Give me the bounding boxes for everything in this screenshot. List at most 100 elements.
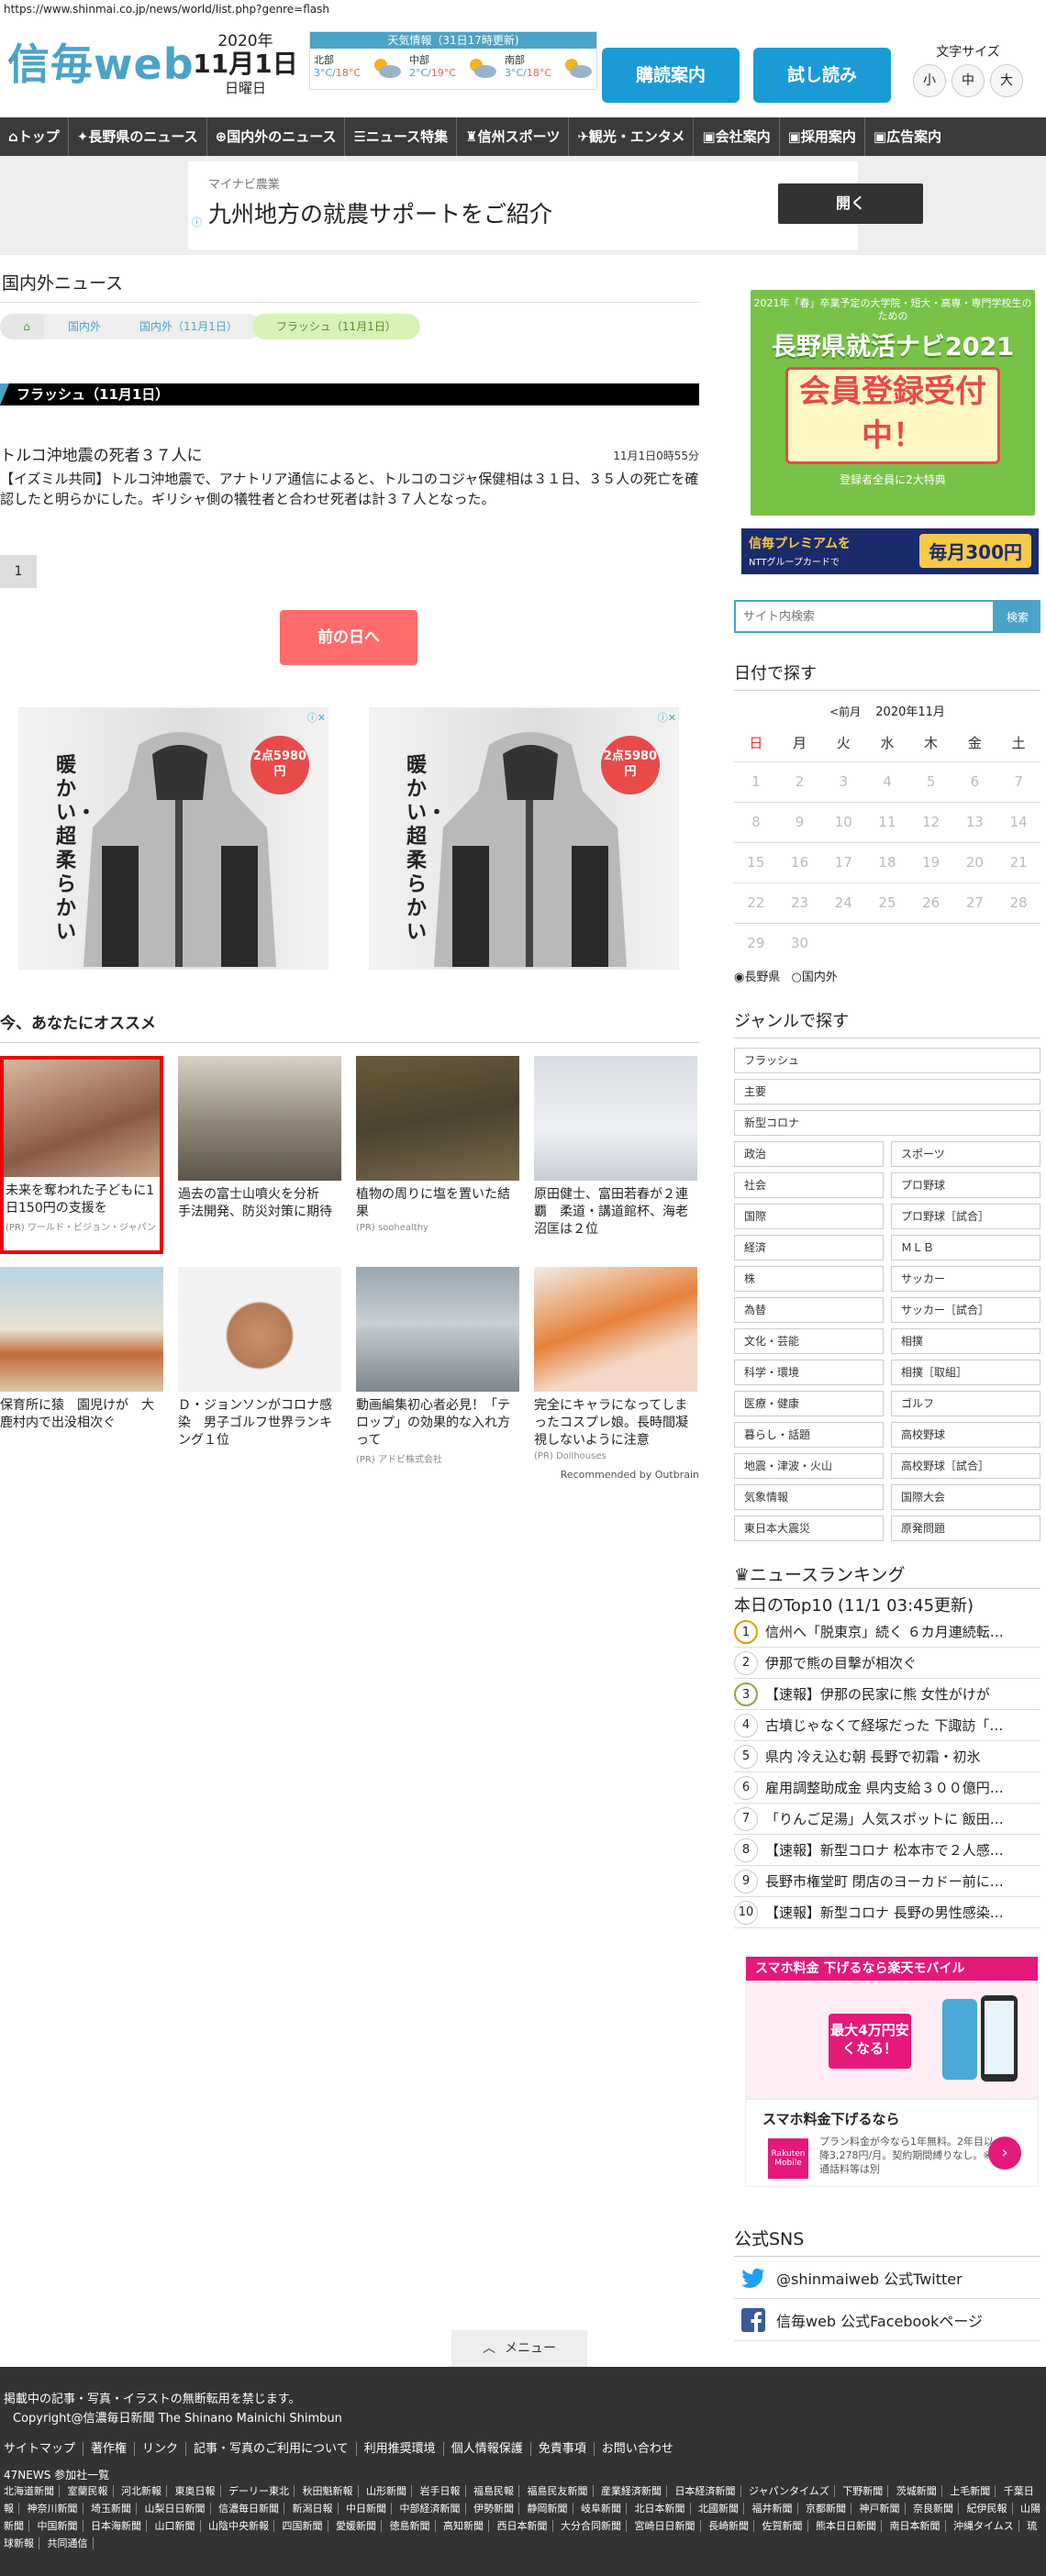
partner-link[interactable]: 室蘭民報 bbox=[62, 2485, 114, 2497]
partner-link[interactable]: 福島民報 bbox=[469, 2485, 519, 2497]
partner-link[interactable]: 西日本新聞 bbox=[492, 2520, 553, 2532]
cal-day[interactable]: 26 bbox=[908, 882, 953, 923]
partner-link[interactable]: 北日本新聞 bbox=[629, 2503, 691, 2515]
radio-nagano[interactable]: ◉ bbox=[734, 971, 744, 984]
prev-day-button[interactable]: 前の日へ bbox=[280, 610, 417, 665]
cal-day[interactable]: 1 bbox=[734, 761, 778, 802]
ranking-item[interactable]: 4 古墳じゃなくて経塚だった 下諏訪「… bbox=[734, 1710, 1040, 1741]
article-headline[interactable]: トルコ沖地震の死者３７人に bbox=[0, 442, 699, 465]
genre-item[interactable]: 政治 bbox=[734, 1141, 884, 1167]
genre-item[interactable]: 相撲 bbox=[891, 1328, 1040, 1354]
recommend-item[interactable]: 動画編集初心者必見！「テロップ」の効果的な入れ方って (PR) アドビ株式会社 bbox=[356, 1267, 519, 1465]
genre-item[interactable]: 原発問題 bbox=[891, 1516, 1040, 1541]
cal-day[interactable]: 16 bbox=[777, 841, 822, 883]
partner-link[interactable]: 熊本日日新聞 bbox=[811, 2520, 882, 2532]
recommend-item[interactable]: 過去の富士山噴火を分析 手法開発、防災対策に期待 bbox=[178, 1056, 341, 1254]
cal-day[interactable]: 7 bbox=[996, 761, 1040, 802]
ranking-item[interactable]: 7 「りんご足湯」人気スポットに 飯田… bbox=[734, 1804, 1040, 1835]
partner-link[interactable]: 下野新聞 bbox=[838, 2485, 889, 2497]
site-logo[interactable]: 信毎web bbox=[7, 31, 195, 92]
partner-link[interactable]: 伊勢新聞 bbox=[469, 2503, 519, 2515]
nav-company[interactable]: ▣会社案内 bbox=[694, 117, 780, 156]
partner-link[interactable]: 山梨日日新聞 bbox=[139, 2503, 211, 2515]
genre-item[interactable]: 医療・健康 bbox=[734, 1391, 884, 1416]
genre-item[interactable]: 社会 bbox=[734, 1172, 884, 1198]
partner-link[interactable]: 茨城新聞 bbox=[891, 2485, 942, 2497]
cal-day[interactable]: 10 bbox=[821, 801, 866, 842]
footer-link[interactable]: リンク bbox=[135, 2442, 187, 2456]
nav-recruit[interactable]: ▣採用案内 bbox=[780, 117, 865, 156]
genre-item[interactable]: 相撲［取組］ bbox=[891, 1360, 1040, 1385]
partner-link[interactable]: 河北新報 bbox=[117, 2485, 167, 2497]
cal-day[interactable]: 15 bbox=[734, 841, 778, 883]
cal-day[interactable]: 5 bbox=[908, 761, 953, 802]
partner-link[interactable]: 山口新聞 bbox=[150, 2520, 201, 2532]
partner-link[interactable]: 愛媛新聞 bbox=[331, 2520, 382, 2532]
subscribe-button[interactable]: 購読案内 bbox=[602, 48, 740, 103]
genre-item[interactable]: 文化・芸能 bbox=[734, 1328, 884, 1354]
trial-button[interactable]: 試し読み bbox=[753, 48, 891, 103]
cal-day[interactable]: 9 bbox=[777, 801, 822, 842]
genre-item[interactable]: 科学・環境 bbox=[734, 1360, 884, 1385]
font-medium-button[interactable]: 中 bbox=[951, 64, 985, 97]
cal-day[interactable]: 24 bbox=[821, 882, 866, 923]
breadcrumb-item[interactable]: 国内外 bbox=[44, 314, 126, 339]
partner-link[interactable]: 岩手日報 bbox=[415, 2485, 466, 2497]
partner-link[interactable]: 奈良新聞 bbox=[908, 2503, 959, 2515]
breadcrumb-item[interactable]: 国内外（11月1日） bbox=[116, 314, 262, 339]
genre-item[interactable]: ゴルフ bbox=[891, 1391, 1040, 1416]
partner-link[interactable]: 埼玉新聞 bbox=[86, 2503, 137, 2515]
partner-link[interactable]: 信濃毎日新聞 bbox=[214, 2503, 284, 2515]
calendar-prev-month[interactable]: <前月 bbox=[829, 705, 861, 718]
partner-link[interactable]: 神戸新聞 bbox=[854, 2503, 906, 2515]
genre-item[interactable]: フラッシュ bbox=[734, 1048, 1040, 1073]
partner-link[interactable]: 大分合同新聞 bbox=[556, 2520, 627, 2532]
ranking-item[interactable]: 5 県内 冷え込む朝 長野で初霜・初氷 bbox=[734, 1741, 1040, 1772]
ranking-item[interactable]: 2 伊那で熊の目撃が相次ぐ bbox=[734, 1648, 1040, 1679]
genre-item[interactable]: ＭＬＢ bbox=[891, 1235, 1040, 1260]
ad-open-button[interactable]: 開く bbox=[778, 183, 923, 224]
arrow-right-icon[interactable]: › bbox=[988, 2137, 1021, 2170]
ad-close-icon[interactable]: ⓘ✕ bbox=[307, 710, 326, 725]
footer-link[interactable]: お問い合わせ bbox=[595, 2442, 681, 2456]
nav-tourism[interactable]: ✈観光・エンタメ bbox=[569, 117, 695, 156]
partner-link[interactable]: 秋田魁新報 bbox=[297, 2485, 359, 2497]
genre-item[interactable]: 気象情報 bbox=[734, 1484, 884, 1510]
nav-advertising[interactable]: ▣広告案内 bbox=[865, 117, 950, 156]
facebook-link[interactable]: 信毎web 公式Facebookページ bbox=[734, 2299, 1040, 2341]
genre-item[interactable]: 高校野球 bbox=[891, 1422, 1040, 1448]
partner-link[interactable]: 中日新聞 bbox=[341, 2503, 392, 2515]
genre-item[interactable]: プロ野球［試合］ bbox=[891, 1204, 1040, 1229]
cal-day[interactable]: 11 bbox=[865, 801, 909, 842]
cal-day[interactable]: 6 bbox=[952, 761, 997, 802]
genre-item[interactable]: 国際大会 bbox=[891, 1484, 1040, 1510]
recommend-item[interactable]: 植物の周りに塩を置いた結果 (PR) soohealthy bbox=[356, 1056, 519, 1254]
rakuten-mobile-banner[interactable]: スマホ料金 下げるなら楽天モバイル 最大4万円安くなる！ bbox=[745, 1956, 1039, 2099]
recommend-item[interactable]: 完全にキャラになってしまったコスプレ娘。長時間凝視しないように注意 (PR) D… bbox=[534, 1267, 697, 1465]
genre-item[interactable]: 国際 bbox=[734, 1204, 884, 1229]
cal-day[interactable]: 23 bbox=[777, 882, 822, 923]
cal-day[interactable]: 30 bbox=[777, 922, 822, 963]
genre-item[interactable]: スポーツ bbox=[891, 1141, 1040, 1167]
cal-day[interactable]: 14 bbox=[996, 801, 1040, 842]
recommend-item[interactable]: 未来を奪われた子どもに1日150円の支援を (PR) ワールド・ビジョン・ジャパ… bbox=[0, 1056, 163, 1254]
ranking-item[interactable]: 8 【速報】新型コロナ 松本市で２人感… bbox=[734, 1835, 1040, 1866]
partner-link[interactable]: ジャパンタイムズ bbox=[744, 2485, 835, 2497]
recommend-item[interactable]: Ｄ・ジョンソンがコロナ感染 男子ゴルフ世界ランキング１位 bbox=[178, 1267, 341, 1465]
partner-link[interactable]: 徳島新聞 bbox=[384, 2520, 436, 2532]
nav-sports[interactable]: ♜信州スポーツ bbox=[457, 117, 570, 156]
ranking-item[interactable]: 9 長野市権堂町 閉店のヨーカドー前に… bbox=[734, 1866, 1040, 1897]
partner-link[interactable]: 東奥日報 bbox=[170, 2485, 221, 2497]
partner-link[interactable]: 福島民友新聞 bbox=[522, 2485, 594, 2497]
genre-item[interactable]: 東日本大震災 bbox=[734, 1516, 884, 1541]
recommend-item[interactable]: 原田健士、富田若春が２連覇 柔道・講道館杯、海老沼匡は２位 bbox=[534, 1056, 697, 1254]
cal-day[interactable]: 27 bbox=[952, 882, 997, 923]
cal-day[interactable]: 22 bbox=[734, 882, 778, 923]
pager-page-1[interactable]: 1 bbox=[0, 555, 37, 588]
partner-link[interactable]: 日本海新聞 bbox=[86, 2520, 147, 2532]
genre-item[interactable]: 高校野球［試合］ bbox=[891, 1453, 1040, 1479]
nav-nagano[interactable]: ✦長野県のニュース bbox=[69, 117, 207, 156]
genre-item[interactable]: 新型コロナ bbox=[734, 1110, 1040, 1136]
ad-info-icon[interactable]: ⓘ bbox=[192, 215, 202, 229]
partner-link[interactable]: 新潟日報 bbox=[287, 2503, 339, 2515]
